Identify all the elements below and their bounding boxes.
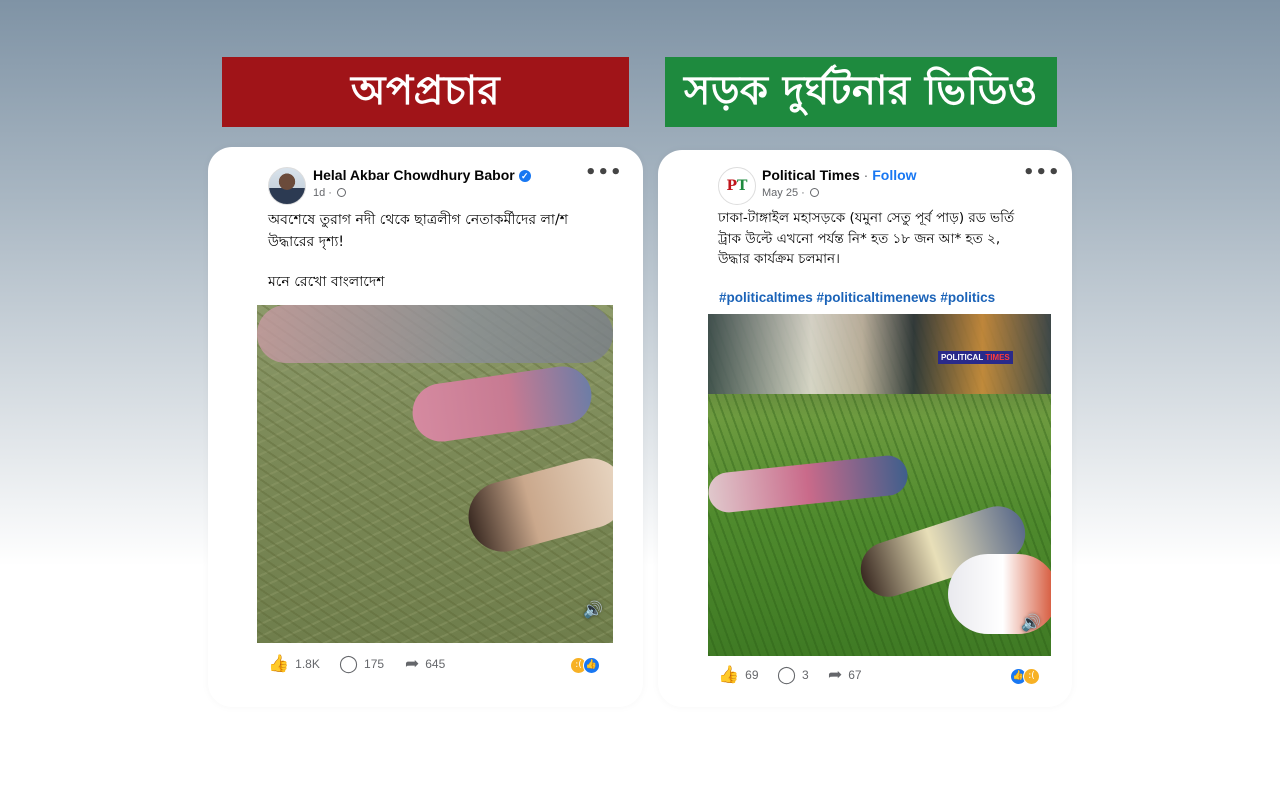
comment-count: 3 xyxy=(802,668,809,682)
misinformation-banner: অপপ্রচার xyxy=(222,57,629,127)
speaker-icon[interactable]: 🔊 xyxy=(582,599,604,621)
post-text: অবশেষে তুরাগ নদী থেকে ছাত্রলীগ নেতাকর্মী… xyxy=(268,209,608,293)
post-hashtags[interactable]: #politicaltimes #politicaltimenews #poli… xyxy=(719,290,995,305)
share-count: 67 xyxy=(848,668,862,682)
comment-icon: ◯ xyxy=(777,665,797,684)
post-author-name[interactable]: Helal Akbar Chowdhury Babor ✓ xyxy=(313,167,531,183)
comment-count: 175 xyxy=(364,657,385,671)
post-text: ঢাকা-টাঙ্গাইল মহাসড়কে (যমুনা সেতু পূর্ব… xyxy=(718,208,1063,270)
like-count: 69 xyxy=(745,668,759,682)
author-name-text[interactable]: Political Times xyxy=(762,167,860,183)
thumbs-up-icon: 👍 xyxy=(718,665,740,684)
video-frame-detail xyxy=(708,453,910,515)
sad-reaction-icon: :( xyxy=(1023,668,1040,685)
pt-logo-icon: PT xyxy=(726,178,748,194)
post-time[interactable]: May 25 xyxy=(762,187,798,199)
share-icon: ➦ xyxy=(828,665,843,684)
comment-button[interactable]: ◯ 175 xyxy=(339,655,384,673)
post-video[interactable]: 🔊 xyxy=(257,305,613,643)
author-avatar[interactable] xyxy=(268,167,306,205)
video-watermark: POLITICAL TIMES xyxy=(938,351,1013,364)
video-frame-detail xyxy=(408,362,596,446)
share-button[interactable]: ➦ 67 xyxy=(828,666,862,684)
verified-badge-icon: ✓ xyxy=(518,170,531,183)
speaker-icon[interactable]: 🔊 xyxy=(1020,612,1042,634)
follow-button[interactable]: Follow xyxy=(872,167,916,183)
watermark-text: TIMES xyxy=(985,353,1010,362)
globe-icon xyxy=(809,188,819,197)
post-meta: May 25 · xyxy=(762,187,819,199)
like-button[interactable]: 👍 69 xyxy=(718,666,759,684)
like-button[interactable]: 👍 1.8K xyxy=(268,655,320,673)
comment-icon: ◯ xyxy=(339,654,359,673)
road-accident-video-banner: সড়ক দুর্ঘটনার ভিডিও xyxy=(665,57,1057,127)
post-text-line: ঢাকা-টাঙ্গাইল মহাসড়কে (যমুনা সেতু পূর্ব… xyxy=(718,210,1015,226)
more-options-icon[interactable]: ••• xyxy=(585,162,623,183)
post-text-line: উদ্ধার কার্যক্রম চলমান। xyxy=(718,251,840,267)
share-button[interactable]: ➦ 645 xyxy=(405,655,445,673)
watermark-text: POLITICAL xyxy=(941,353,984,362)
globe-icon xyxy=(337,188,347,197)
more-options-icon[interactable]: ••• xyxy=(1023,162,1061,183)
post-video[interactable]: POLITICAL TIMES 🔊 xyxy=(708,314,1051,656)
share-count: 645 xyxy=(425,657,446,671)
post-text-line: ট্রাক উল্টে এখনো পর্যন্ত নি* হত ১৮ জন আ*… xyxy=(718,230,1001,247)
video-frame-detail xyxy=(460,450,613,560)
like-reaction-icon: 👍 xyxy=(583,657,600,674)
reaction-summary[interactable]: 👍:( xyxy=(1010,668,1040,685)
like-count: 1.8K xyxy=(295,657,320,671)
post-author-name[interactable]: Political Times · Follow xyxy=(762,167,917,183)
share-icon: ➦ xyxy=(405,654,420,673)
post-text-line: অবশেষে তুরাগ নদী থেকে ছাত্রলীগ নেতাকর্মী… xyxy=(268,212,568,228)
post-meta: 1d · xyxy=(313,187,347,199)
reaction-summary[interactable]: :(👍 xyxy=(570,657,600,674)
author-name-text[interactable]: Helal Akbar Chowdhury Babor xyxy=(313,167,515,183)
comment-button[interactable]: ◯ 3 xyxy=(777,666,809,684)
post-text-line: মনে রেখো বাংলাদেশ xyxy=(268,274,385,290)
post-text-line: উদ্ধারের দৃশ্য! xyxy=(268,234,345,250)
video-frame-detail xyxy=(257,305,613,363)
post-time[interactable]: 1d xyxy=(313,187,325,199)
page-avatar[interactable]: PT xyxy=(718,167,756,205)
thumbs-up-icon: 👍 xyxy=(268,654,290,673)
